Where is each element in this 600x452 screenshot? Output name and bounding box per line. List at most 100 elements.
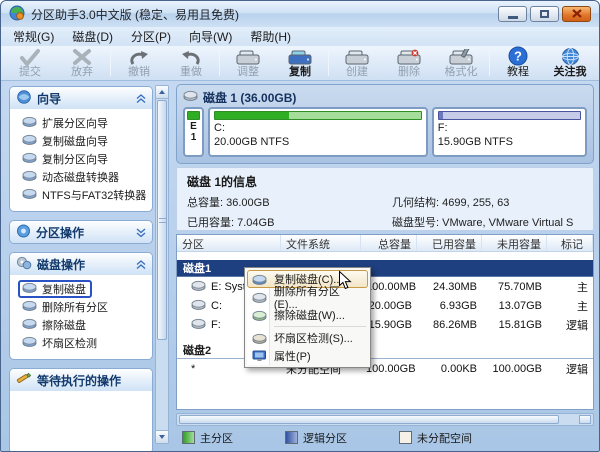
menu-item-4[interactable]: 帮助(H)	[242, 27, 299, 47]
table-row[interactable]: * 未分配空间 100.00GB 0.00KB 100.00GB 逻辑	[177, 359, 593, 378]
panel-header[interactable]: 向导	[10, 87, 152, 109]
column-header-文件系统[interactable]: 文件系统	[281, 235, 361, 251]
globe-icon	[561, 47, 580, 66]
scroll-up-button[interactable]	[156, 86, 168, 99]
maximize-button[interactable]	[530, 6, 559, 22]
primary-swatch-icon	[182, 431, 195, 444]
toolbar-button-重做[interactable]: 重做	[165, 46, 217, 80]
menu-item-擦除磁盘(W)...[interactable]: 擦除磁盘(W)...	[247, 306, 368, 324]
toolbar-button-label: 格式化	[444, 66, 478, 78]
free-capacity-cell: 15.81GB	[498, 318, 542, 331]
sidebar-item-坏扇区检测[interactable]: 坏扇区检测	[18, 334, 103, 352]
close-button[interactable]	[562, 6, 591, 22]
panel-header[interactable]: 等待执行的操作	[10, 369, 152, 391]
window-controls	[498, 6, 591, 22]
sidebar-item-复制磁盘向导[interactable]: 复制磁盘向导	[18, 132, 114, 150]
disk-icon	[183, 90, 198, 104]
question-circle-icon: ?	[508, 46, 528, 66]
minimize-button[interactable]	[498, 6, 527, 22]
mini-disk-icon	[22, 318, 37, 332]
hscroll-thumb[interactable]	[179, 415, 559, 424]
panel-header[interactable]: 分区操作	[10, 221, 152, 243]
scrollbar-thumb[interactable]	[157, 100, 167, 340]
thumb-grip-icon	[158, 217, 166, 223]
disk-group-row[interactable]: 磁盘1	[177, 260, 593, 277]
menu-item-3[interactable]: 向导(W)	[181, 27, 240, 47]
toolbar-button-label: 撤销	[128, 66, 150, 78]
chevron-up-icon[interactable]	[136, 93, 146, 103]
mark-cell: 逻辑	[566, 319, 588, 332]
legend-item-未分配空间: 未分配空间	[399, 430, 472, 446]
table-row[interactable]: C: 20.00GB 6.93GB 13.07GB 主	[177, 296, 593, 315]
column-header-分区[interactable]: 分区	[177, 235, 281, 251]
sidebar-item-扩展分区向导[interactable]: 扩展分区向导	[18, 114, 114, 132]
disk-overview-panel: 磁盘 1 (36.00GB) E 1 C: 20.00GB NTFS F: 15.90GB…	[176, 84, 594, 164]
menu-item-0[interactable]: 常规(G)	[5, 27, 62, 47]
content-area: 向导扩展分区向导 复制磁盘向导 复制分区向导动态磁盘转换器 NTFS与FAT32转换器…	[4, 81, 596, 451]
sidebar-item-擦除磁盘[interactable]: 擦除磁盘	[18, 316, 92, 334]
partition-name: *	[191, 362, 196, 375]
close-icon	[571, 7, 582, 21]
mini-disk-icon	[191, 299, 206, 313]
menu-item-坏扇区检测(S)...[interactable]: 坏扇区检测(S)...	[247, 329, 368, 347]
panel-title: 等待执行的操作	[37, 373, 122, 388]
column-header-标记[interactable]: 标记	[547, 235, 593, 251]
column-header-总容量[interactable]: 总容量	[361, 235, 417, 251]
partition-block-C:[interactable]: C: 20.00GB NTFS	[208, 107, 428, 157]
disk-group-row[interactable]: 磁盘2	[177, 342, 593, 359]
sidebar-item-label: 动态磁盘转换器	[42, 172, 119, 184]
sidebar-item-复制磁盘[interactable]: 复制磁盘	[18, 280, 92, 298]
toolbar-button-教程[interactable]: ? 教程	[492, 46, 544, 80]
sidebar-item-NTFS与FAT32转换器[interactable]: NTFS与FAT32转换器	[18, 186, 152, 204]
disk-info-field: 总容量: 36.00GB	[187, 194, 392, 210]
disk-overview-title: 磁盘 1 (36.00GB)	[203, 90, 297, 105]
table-body: 磁盘1 E: System 100.00MB 24.30MB 75.70MB 主 C: 20.…	[177, 252, 593, 378]
column-header-未用容量[interactable]: 未用容量	[482, 235, 547, 251]
column-header-已用容量[interactable]: 已用容量	[417, 235, 482, 251]
mini-disk-icon	[22, 116, 37, 130]
toolbar-button-复制[interactable]: 复制	[274, 46, 326, 80]
panel-header[interactable]: 磁盘操作	[10, 253, 152, 275]
toolbar-button-创建[interactable]: 创建	[331, 46, 383, 80]
toolbar-button-撤销[interactable]: 撤销	[113, 46, 165, 80]
partition-letter: E	[190, 121, 197, 132]
mini-disk-icon	[22, 152, 37, 166]
mini-disk-icon	[22, 134, 37, 148]
toolbar-button-放弃[interactable]: 放弃	[56, 46, 108, 80]
sidebar-item-复制分区向导[interactable]: 复制分区向导	[18, 150, 114, 168]
partition-block-system[interactable]: E1	[183, 107, 204, 157]
properties-icon	[251, 350, 268, 362]
partition-name: C:	[214, 122, 225, 134]
toolbar-separator	[219, 50, 220, 76]
menu-item-属性(P)[interactable]: 属性(P)	[247, 347, 368, 365]
table-row[interactable]: E: System 100.00MB 24.30MB 75.70MB 主	[177, 277, 593, 296]
window-title: 分区助手3.0中文版 (稳定、易用且免费)	[31, 7, 240, 22]
toolbar-button-提交[interactable]: 提交	[4, 46, 56, 80]
toolbar-button-格式化[interactable]: 格式化	[435, 46, 487, 80]
toolbar-button-label: 关注我	[553, 66, 587, 78]
field-label: 几何结构:	[392, 197, 440, 209]
partition-blocks: E 1 C: 20.00GB NTFS F: 15.90GB NTFS	[183, 107, 587, 157]
toolbar-button-调整[interactable]: 调整	[222, 46, 274, 80]
sidebar-item-动态磁盘转换器[interactable]: 动态磁盘转换器	[18, 168, 125, 186]
toolbar-button-label: 复制	[289, 66, 311, 78]
triangle-down-icon	[159, 435, 165, 439]
horizontal-scrollbar[interactable]	[176, 413, 594, 426]
scroll-down-button[interactable]	[156, 430, 168, 443]
menu-item-1[interactable]: 磁盘(D)	[64, 27, 121, 47]
partition-block-F:[interactable]: F: 15.90GB NTFS	[431, 107, 587, 157]
titlebar[interactable]: 分区助手3.0中文版 (稳定、易用且免费)	[1, 1, 599, 27]
chevron-up-icon[interactable]	[136, 259, 146, 269]
pending-ops-icon	[16, 372, 32, 389]
sidebar-scrollbar[interactable]	[155, 85, 169, 444]
toolbar-button-删除[interactable]: 删除	[383, 46, 435, 80]
menu-item-2[interactable]: 分区(P)	[123, 27, 179, 47]
toolbar-button-关注我[interactable]: 关注我	[544, 46, 596, 80]
hdd-gray-icon	[345, 48, 369, 66]
disk-info-title: 磁盘 1的信息	[187, 175, 258, 189]
unallocated-swatch-icon	[399, 431, 412, 444]
chevron-down-icon[interactable]	[136, 227, 146, 237]
sidebar-item-删除所有分区[interactable]: 删除所有分区	[18, 298, 114, 316]
table-row[interactable]: F: 15.90GB 86.26MB 15.81GB 逻辑	[177, 315, 593, 334]
partition-number: 1	[190, 132, 197, 143]
